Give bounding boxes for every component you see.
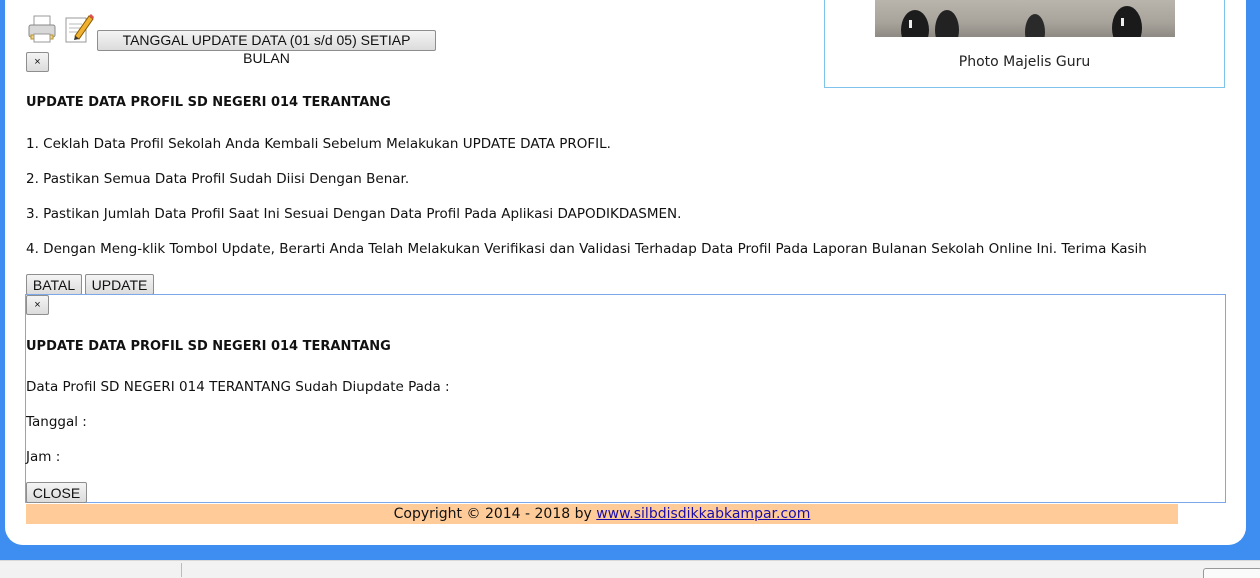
photo-panel: Photo Majelis Guru	[824, 0, 1225, 88]
footer: Copyright © 2014 - 2018 by www.silbdisdi…	[26, 504, 1178, 524]
result-dialog-title: UPDATE DATA PROFIL SD NEGERI 014 TERANTA…	[26, 339, 391, 354]
close-x-button[interactable]: ×	[26, 52, 49, 72]
bottom-bar	[0, 560, 1260, 578]
copyright-text: Copyright © 2014 - 2018 by	[393, 506, 592, 522]
printer-icon[interactable]	[27, 14, 57, 44]
instruction-2: 2. Pastikan Semua Data Profil Sudah Diis…	[26, 171, 410, 187]
update-button[interactable]: UPDATE	[85, 274, 154, 295]
photo-caption: Photo Majelis Guru	[958, 54, 1091, 70]
date-label: Tanggal :	[26, 414, 87, 430]
instruction-3: 3. Pastikan Jumlah Data Profil Saat Ini …	[26, 206, 682, 222]
edit-pencil-icon[interactable]	[63, 12, 95, 44]
cancel-button[interactable]: BATAL	[26, 274, 82, 295]
time-label: Jam :	[26, 449, 61, 465]
result-message: Data Profil SD NEGERI 014 TERANTANG Suda…	[26, 379, 450, 395]
result-dialog	[25, 294, 1226, 503]
bottom-bar-divider	[181, 563, 182, 577]
footer-link[interactable]: www.silbdisdikkabkampar.com	[596, 506, 810, 522]
update-dialog-title: UPDATE DATA PROFIL SD NEGERI 014 TERANTA…	[26, 95, 391, 110]
instruction-1: 1. Ceklah Data Profil Sekolah Anda Kemba…	[26, 136, 611, 152]
close-button[interactable]: CLOSE	[26, 482, 87, 503]
instruction-4: 4. Dengan Meng-klik Tombol Update, Berar…	[26, 241, 1147, 257]
update-schedule-button[interactable]: TANGGAL UPDATE DATA (01 s/d 05) SETIAP B…	[97, 30, 436, 66]
result-close-x-button[interactable]: ×	[26, 295, 49, 315]
teachers-photo	[875, 0, 1175, 37]
